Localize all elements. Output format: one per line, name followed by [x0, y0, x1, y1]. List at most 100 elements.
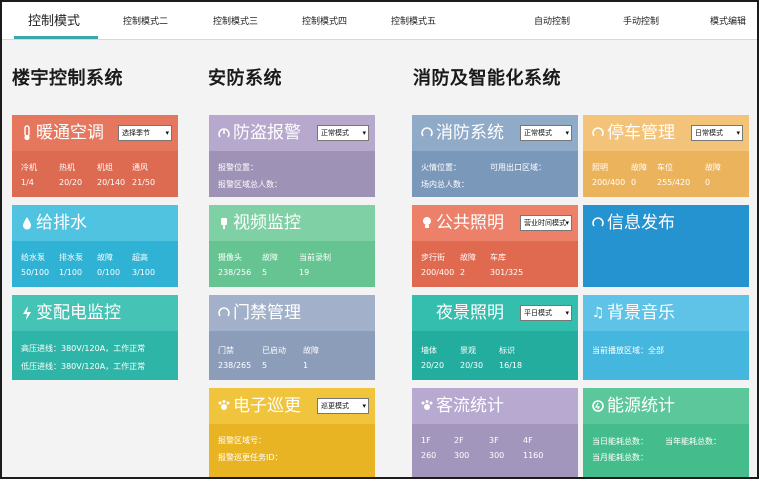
card-title: 客流统计 [436, 396, 504, 416]
section-title-security: 安防系统 [208, 68, 282, 89]
stat-scenery: 景观 20/30 [460, 346, 484, 370]
low-voltage-line: 低压进线：380V/120A，工作正常 [21, 362, 146, 371]
card-title: 变配电监控 [36, 303, 121, 323]
card-video[interactable]: 视频监控 摄像头 238/256 故障 5 当前录制 19 [209, 205, 375, 287]
alarm-location: 报警位置： [218, 163, 258, 172]
card-passenger-flow[interactable]: 客流统计 1F 260 2F 300 3F 300 4F 1160 [412, 388, 578, 477]
broadcast-icon [591, 215, 605, 231]
stat-garage: 车库 301/325 [490, 253, 524, 277]
stat-doors: 门禁 238/265 [218, 346, 252, 370]
fire-mode-select[interactable]: 正常模式 ▾ [520, 125, 572, 141]
stat-spaces: 车位 255/420 [657, 163, 691, 187]
patrol-area-number: 报警区域号： [218, 436, 266, 445]
auto-control-button[interactable]: 自动控制 [534, 2, 570, 39]
stat-cameras: 摄像头 238/256 [218, 253, 252, 277]
card-landscape-lighting[interactable]: 夜景照明 平日模式 ▾ 墙体 20/20 景观 20/30 标识 16/18 [412, 295, 578, 380]
fire-icon [420, 125, 434, 141]
section-title-building: 楼宇控制系统 [12, 68, 123, 89]
camera-icon [217, 215, 231, 231]
patrol-mode-select[interactable]: 巡更模式 ▾ [317, 398, 369, 414]
card-title: 停车管理 [607, 123, 675, 143]
stat-ventilation: 通风 21/50 [132, 163, 156, 187]
stat-signage: 标识 16/18 [499, 346, 523, 370]
card-title: 夜景照明 [436, 303, 504, 323]
stat-floor-1: 1F 260 [421, 436, 437, 460]
card-body [209, 151, 375, 197]
section-title-fire: 消防及智能化系统 [413, 68, 561, 89]
people-icon [420, 398, 434, 414]
card-hvac[interactable]: 暖通空调 选择季节 ▾ 冷机 1/4 热机 20/20 机组 20/140 通风 21/5… [12, 115, 178, 197]
tab-mode-2[interactable]: 控制模式二 [123, 2, 168, 39]
stat-fault: 故障 0 [631, 163, 647, 187]
card-alarm[interactable]: 防盗报警 正常模式 ▾ 报警位置： 报警区域总人数： [209, 115, 375, 197]
card-title: 电子巡更 [233, 396, 301, 416]
water-drop-icon [20, 215, 34, 231]
available-exits: 可用出口区域： [490, 163, 546, 172]
manual-control-button[interactable]: 手动控制 [623, 2, 659, 39]
tab-mode-1[interactable]: 控制模式 [13, 2, 99, 39]
moon-icon [420, 305, 434, 321]
card-power[interactable]: 变配电监控 高压进线：380V/120A，工作正常 低压进线：380V/120A… [12, 295, 178, 380]
tab-mode-3[interactable]: 控制模式三 [213, 2, 258, 39]
card-title: 视频监控 [233, 213, 301, 233]
top-nav: 控制模式 控制模式二 控制模式三 控制模式四 控制模式五 自动控制 手动控制 模… [2, 2, 757, 40]
music-note-icon: ♫ [591, 305, 605, 321]
card-title: 暖通空调 [36, 123, 104, 143]
stat-recording: 当前录制 19 [299, 253, 331, 277]
stat-chiller: 冷机 1/4 [21, 163, 37, 187]
stat-unit: 机组 20/140 [97, 163, 126, 187]
card-water[interactable]: 给排水 给水泵 50/100 排水泵 1/100 故障 0/100 超高 3/100 [12, 205, 178, 287]
patrol-icon [217, 398, 231, 414]
landscape-mode-select[interactable]: 平日模式 ▾ [520, 305, 572, 321]
bulb-icon [420, 215, 434, 231]
card-title: 给排水 [36, 213, 87, 233]
energy-year-total: 当年能耗总数： [665, 437, 721, 446]
card-info-release[interactable]: 信息发布 [583, 205, 749, 287]
stat-lighting: 照明 200/400 [592, 163, 626, 187]
stat-supply-pump: 给水泵 50/100 [21, 253, 50, 277]
card-body [412, 151, 578, 197]
stat-floor-3: 3F 300 [489, 436, 505, 460]
lightning-icon [20, 305, 34, 321]
lighting-mode-select[interactable]: 营业时间模式 ▾ [520, 215, 572, 231]
card-energy[interactable]: 能源统计 当日能耗总数： 当年能耗总数： 当月能耗总数： [583, 388, 749, 477]
stat-fault: 故障 5 [262, 253, 278, 277]
stat-fault: 故障 0 [705, 163, 721, 187]
card-title: 消防系统 [436, 123, 504, 143]
card-background-music[interactable]: ♫ 背景音乐 当前播放区域：全部 [583, 295, 749, 380]
energy-month-total: 当月能耗总数： [592, 453, 648, 462]
alarm-mode-select[interactable]: 正常模式 ▾ [317, 125, 369, 141]
card-fire[interactable]: 消防系统 正常模式 ▾ 火情位置： 可用出口区域： 场内总人数： [412, 115, 578, 197]
alarm-icon [217, 125, 231, 141]
card-access[interactable]: 门禁管理 门禁 238/265 已启动 5 故障 1 [209, 295, 375, 380]
energy-icon [591, 398, 605, 414]
alarm-area-people: 报警区域总人数： [218, 180, 282, 189]
card-title: 门禁管理 [233, 303, 301, 323]
door-icon [217, 305, 231, 321]
mode-edit-button[interactable]: 模式编辑 [710, 2, 746, 39]
stat-fault: 故障 2 [460, 253, 476, 277]
parking-mode-select[interactable]: 日常模式 ▾ [691, 125, 743, 141]
stat-fault: 故障 1 [303, 346, 319, 370]
venue-total-people: 场内总人数： [421, 180, 469, 189]
stat-wall: 墙体 20/20 [421, 346, 445, 370]
dashboard-frame: 控制模式 控制模式二 控制模式三 控制模式四 控制模式五 自动控制 手动控制 模… [0, 0, 759, 479]
card-public-lighting[interactable]: 公共照明 营业时间模式 ▾ 步行街 200/400 故障 2 车库 301/325 [412, 205, 578, 287]
card-body [209, 424, 375, 477]
card-body [12, 331, 178, 380]
fire-location: 火情位置： [421, 163, 461, 172]
stat-floor-2: 2F 300 [454, 436, 470, 460]
tab-mode-5[interactable]: 控制模式五 [391, 2, 436, 39]
card-body [583, 424, 749, 477]
energy-day-total: 当日能耗总数： [592, 437, 648, 446]
music-play-area: 当前播放区域：全部 [592, 346, 664, 355]
stat-heater: 热机 20/20 [59, 163, 83, 187]
season-select[interactable]: 选择季节 ▾ [118, 125, 172, 141]
stat-fault: 故障 0/100 [97, 253, 121, 277]
stat-floor-4: 4F 1160 [523, 436, 544, 460]
card-patrol[interactable]: 电子巡更 巡更模式 ▾ 报警区域号： 报警巡更任务ID： [209, 388, 375, 477]
stat-pedestrian-street: 步行街 200/400 [421, 253, 455, 277]
tab-mode-4[interactable]: 控制模式四 [302, 2, 347, 39]
card-title: 能源统计 [607, 396, 675, 416]
card-parking[interactable]: 停车管理 日常模式 ▾ 照明 200/400 故障 0 车位 255/420 故障 0 [583, 115, 749, 197]
